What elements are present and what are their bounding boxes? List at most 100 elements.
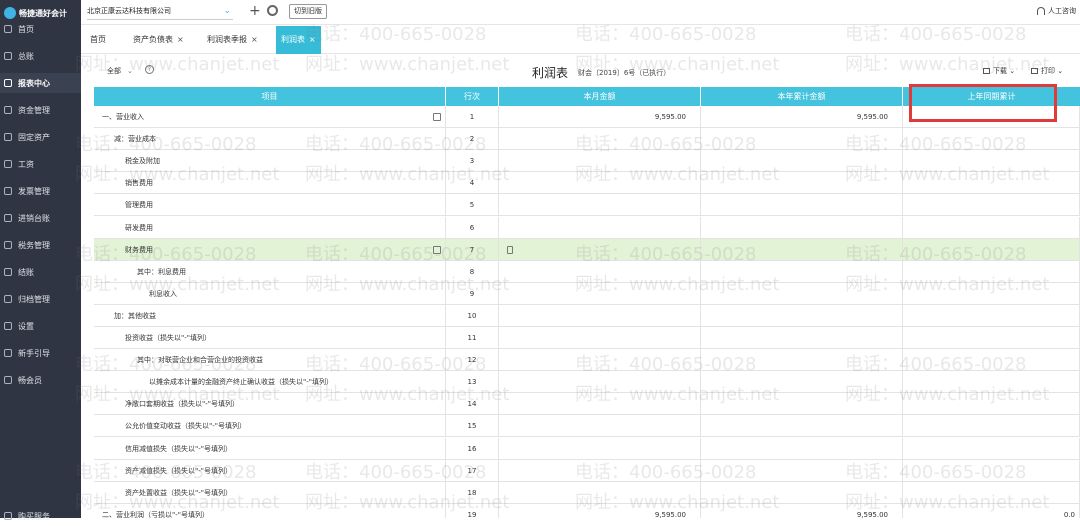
month-amount-cell[interactable]: 9,595.00: [499, 503, 701, 518]
sidebar-item[interactable]: 工资: [0, 154, 81, 174]
table-row[interactable]: 资产处置收益（损失以"-"号填列） 18: [94, 481, 1080, 504]
table-row[interactable]: 信用减值损失（损失以"-"号填列） 16: [94, 437, 1080, 460]
month-amount-cell[interactable]: [499, 150, 701, 173]
ytd-amount-cell[interactable]: [701, 172, 903, 195]
tab-income-quarterly[interactable]: 利润表季报 ×: [202, 26, 263, 54]
month-amount-cell[interactable]: [499, 415, 701, 438]
prior-year-cell[interactable]: [903, 437, 1080, 460]
prior-year-cell[interactable]: [903, 304, 1080, 327]
sidebar-item[interactable]: 资金管理: [0, 100, 81, 120]
ytd-amount-cell[interactable]: [701, 481, 903, 504]
sidebar-item[interactable]: 结账: [0, 262, 81, 282]
month-amount-cell[interactable]: [499, 437, 701, 460]
table-row[interactable]: 利息收入 9: [94, 282, 1080, 305]
ytd-amount-cell[interactable]: 9,595.00: [701, 106, 903, 128]
prior-year-cell[interactable]: [903, 172, 1080, 195]
prior-year-cell[interactable]: [903, 216, 1080, 239]
month-amount-cell[interactable]: [499, 238, 701, 261]
download-button[interactable]: 下载 ⌄: [983, 66, 1015, 76]
table-row[interactable]: 投资收益（损失以"-"填列） 11: [94, 327, 1080, 349]
month-amount-cell[interactable]: [499, 172, 701, 195]
sidebar-item[interactable]: 新手引导: [0, 343, 81, 363]
ytd-amount-cell[interactable]: [701, 327, 903, 349]
month-amount-cell[interactable]: [499, 194, 701, 217]
ytd-amount-cell[interactable]: [701, 393, 903, 416]
sidebar-item[interactable]: 设置: [0, 316, 81, 336]
prior-year-cell[interactable]: [903, 371, 1080, 394]
prior-year-cell[interactable]: [903, 349, 1080, 372]
print-button[interactable]: 打印 ⌄: [1031, 66, 1063, 76]
ytd-amount-cell[interactable]: [701, 371, 903, 394]
table-row[interactable]: 净敞口套期收益（损失以"-"号填列） 14: [94, 393, 1080, 416]
customer-service-button[interactable]: 人工咨询: [1037, 6, 1076, 16]
ytd-amount-cell[interactable]: [701, 415, 903, 438]
edit-formula-icon[interactable]: [433, 245, 441, 254]
ytd-amount-cell[interactable]: [701, 304, 903, 327]
month-amount-cell[interactable]: 9,595.00: [499, 106, 701, 128]
prior-year-cell[interactable]: [903, 194, 1080, 217]
ytd-amount-cell[interactable]: [701, 194, 903, 217]
table-row[interactable]: 加：其他收益 10: [94, 304, 1080, 327]
sidebar-item[interactable]: 固定资产: [0, 127, 81, 147]
sidebar-item[interactable]: 首页: [0, 19, 81, 39]
sidebar-item[interactable]: 进销台账: [0, 208, 81, 228]
ytd-amount-cell[interactable]: [701, 459, 903, 482]
close-icon[interactable]: ×: [309, 35, 316, 44]
sidebar-item[interactable]: 发票管理: [0, 181, 81, 201]
table-row[interactable]: 税金及附加 3: [94, 150, 1080, 173]
tab-home[interactable]: 首页: [85, 26, 111, 54]
table-row[interactable]: 研发费用 6: [94, 216, 1080, 239]
prior-year-cell[interactable]: [903, 459, 1080, 482]
month-amount-cell[interactable]: [499, 327, 701, 349]
prior-year-cell[interactable]: [903, 282, 1080, 305]
table-row[interactable]: 财务费用 7: [94, 238, 1080, 261]
month-amount-cell[interactable]: [499, 128, 701, 151]
prior-year-cell[interactable]: [903, 415, 1080, 438]
table-row[interactable]: 减：营业成本 2: [94, 128, 1080, 151]
month-amount-cell[interactable]: [499, 481, 701, 504]
prior-year-cell[interactable]: [903, 260, 1080, 283]
month-amount-cell[interactable]: [499, 459, 701, 482]
sidebar-footer[interactable]: 购买服务: [0, 506, 81, 526]
company-select[interactable]: 北京正康云达科技有限公司 ⌄: [87, 4, 233, 20]
prior-year-cell[interactable]: [903, 327, 1080, 349]
month-amount-cell[interactable]: [499, 282, 701, 305]
sidebar-item[interactable]: 归档管理: [0, 289, 81, 309]
table-row[interactable]: 以摊余成本计量的金融资产终止确认收益（损失以"-"填列） 13: [94, 371, 1080, 394]
month-amount-cell[interactable]: [499, 216, 701, 239]
table-row[interactable]: 销售费用 4: [94, 172, 1080, 195]
prior-year-cell[interactable]: [903, 128, 1080, 151]
settings-gear-icon[interactable]: [267, 5, 278, 16]
sidebar-item[interactable]: 报表中心: [0, 73, 81, 93]
month-amount-cell[interactable]: [499, 349, 701, 372]
sidebar-item[interactable]: 税务管理: [0, 235, 81, 255]
table-row[interactable]: 资产减值损失（损失以"-"号填列） 17: [94, 459, 1080, 482]
ytd-amount-cell[interactable]: [701, 238, 903, 261]
table-row[interactable]: 其中：对联营企业和合营企业的投资收益 12: [94, 349, 1080, 372]
prior-year-cell[interactable]: [903, 393, 1080, 416]
ytd-amount-cell[interactable]: 9,595.00: [701, 503, 903, 518]
sidebar-item[interactable]: 畅会员: [0, 370, 81, 390]
ytd-amount-cell[interactable]: [701, 216, 903, 239]
tab-balance-sheet[interactable]: 资产负债表 ×: [128, 26, 189, 54]
ytd-amount-cell[interactable]: [701, 150, 903, 173]
ytd-amount-cell[interactable]: [701, 349, 903, 372]
ytd-amount-cell[interactable]: [701, 437, 903, 460]
ytd-amount-cell[interactable]: [701, 128, 903, 151]
switch-old-version-button[interactable]: 切到旧版: [289, 4, 327, 19]
detail-doc-icon[interactable]: [507, 245, 513, 254]
ytd-amount-cell[interactable]: [701, 282, 903, 305]
tab-income-statement[interactable]: 利润表 ×: [276, 26, 321, 54]
month-amount-cell[interactable]: [499, 393, 701, 416]
prior-year-cell[interactable]: [903, 106, 1080, 128]
prior-year-cell[interactable]: [903, 238, 1080, 261]
prior-year-cell[interactable]: 0.0: [903, 503, 1080, 518]
table-row[interactable]: 二、营业利润（亏损以"-"号填列） 19 9,595.00 9,595.00 0.0: [94, 503, 1080, 518]
close-icon[interactable]: ×: [251, 35, 258, 44]
table-row[interactable]: 管理费用 5: [94, 194, 1080, 217]
period-select[interactable]: 全部 ⌄: [107, 66, 133, 76]
table-row[interactable]: 一、营业收入 1 9,595.00 9,595.00: [94, 106, 1080, 128]
prior-year-cell[interactable]: [903, 481, 1080, 504]
prior-year-cell[interactable]: [903, 150, 1080, 173]
month-amount-cell[interactable]: [499, 304, 701, 327]
